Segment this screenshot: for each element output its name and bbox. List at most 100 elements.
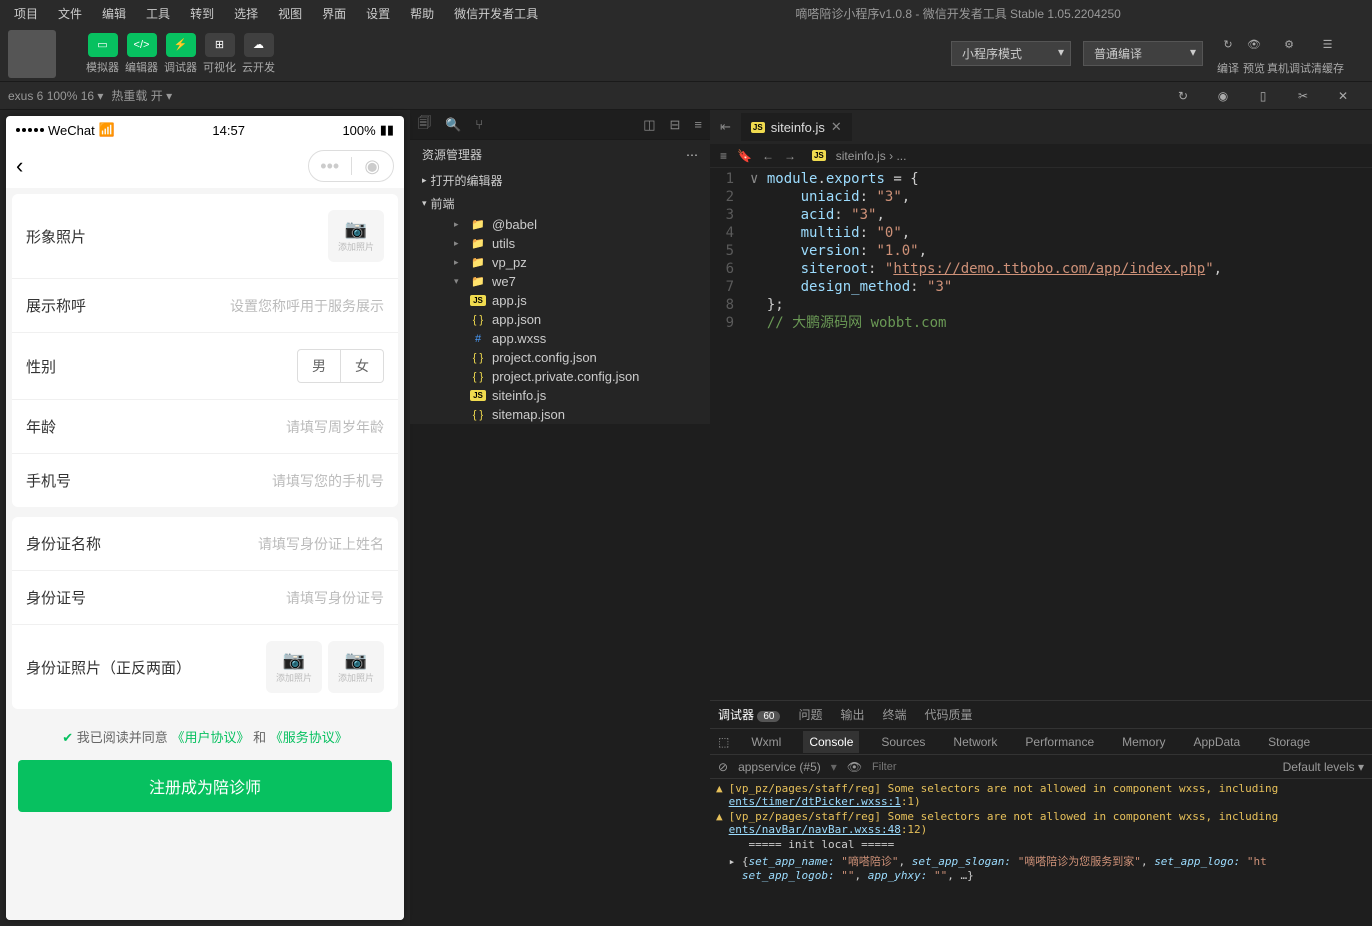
subtab-Console[interactable]: Console [803, 731, 859, 753]
editor-breadcrumb: ≡ 🔖 ← → JS siteinfo.js › ... [710, 144, 1372, 168]
menu-界面[interactable]: 界面 [312, 5, 356, 22]
panel-toggle-icon[interactable]: ⇤ [710, 119, 741, 135]
tree-item[interactable]: ▸📁utils [410, 234, 710, 253]
tree-item[interactable]: ▸📁vp_pz [410, 253, 710, 272]
tree-item[interactable]: JSapp.js [410, 291, 710, 310]
subtab-Performance[interactable]: Performance [1019, 731, 1100, 753]
js-icon: JS [751, 122, 765, 133]
service-agreement-link[interactable]: 《服务协议》 [270, 730, 348, 745]
code-editor[interactable]: 1∨ module.exports = {2 uniacid: "3",3 ac… [710, 168, 1372, 700]
menu-帮助[interactable]: 帮助 [400, 5, 444, 22]
compile-button[interactable]: ↻编译 [1215, 32, 1241, 76]
tree-item[interactable]: { }project.private.config.json [410, 367, 710, 386]
nav-back-icon[interactable]: ← [762, 149, 774, 163]
console-context[interactable]: appservice (#5) [738, 760, 821, 774]
preview-button[interactable]: 👁预览 [1241, 32, 1267, 76]
subtab-Sources[interactable]: Sources [875, 731, 931, 753]
id-front-button[interactable]: 📷添加照片 [266, 641, 322, 693]
debugger-toggle[interactable]: ⚡调试器 [164, 33, 197, 75]
split-icon[interactable]: ◫ [643, 117, 655, 133]
cloud-toggle[interactable]: ☁云开发 [242, 33, 275, 75]
tree-item[interactable]: #app.wxss [410, 329, 710, 348]
menu-工具[interactable]: 工具 [136, 5, 180, 22]
phone-input[interactable]: 请填写您的手机号 [272, 471, 384, 491]
terminal-icon[interactable]: ≡ [694, 117, 702, 132]
tree-item[interactable]: ▸📁@babel [410, 215, 710, 234]
root-folder[interactable]: ▾前端 [410, 192, 710, 215]
list-icon[interactable]: ≡ [720, 149, 727, 163]
subtab-Storage[interactable]: Storage [1262, 731, 1316, 753]
tree-item[interactable]: { }app.json [410, 310, 710, 329]
subtab-Network[interactable]: Network [947, 731, 1003, 753]
bookmark-icon[interactable]: 🔖 [737, 149, 752, 163]
nav-fwd-icon[interactable]: → [784, 149, 796, 163]
add-photo-button[interactable]: 📷添加照片 [328, 210, 384, 262]
menu-项目[interactable]: 项目 [4, 5, 48, 22]
capsule-menu-icon[interactable]: ••• [309, 156, 351, 177]
capsule-close-icon[interactable]: ◉ [352, 156, 394, 177]
menu-视图[interactable]: 视图 [268, 5, 312, 22]
more-icon[interactable]: ⋯ [686, 148, 698, 162]
tree-item[interactable]: ▾📁we7 [410, 272, 710, 291]
menu-文件[interactable]: 文件 [48, 5, 92, 22]
filter-input[interactable] [872, 761, 1273, 773]
compile-mode-dropdown[interactable]: 普通编译 [1083, 41, 1203, 66]
subtab-Wxml[interactable]: Wxml [745, 731, 787, 753]
idname-input[interactable]: 请填写身份证上姓名 [258, 534, 384, 554]
tab-close-icon[interactable]: ✕ [831, 119, 842, 135]
terminal-tab[interactable]: 终端 [883, 706, 907, 723]
menu-微信开发者工具[interactable]: 微信开发者工具 [444, 5, 548, 22]
close-icon[interactable]: ✕ [1330, 83, 1356, 109]
subtab-Memory[interactable]: Memory [1116, 731, 1171, 753]
device-selector[interactable]: exus 6 100% 16 ▾ [8, 89, 103, 103]
menu-选择[interactable]: 选择 [224, 5, 268, 22]
record-icon[interactable]: ◉ [1210, 83, 1236, 109]
tree-item[interactable]: { }sitemap.json [410, 405, 710, 424]
debugger-panel: 调试器 60 问题 输出 终端 代码质量 ⬚ Wxml Console Source… [710, 700, 1372, 926]
subtab-AppData[interactable]: AppData [1187, 731, 1246, 753]
nickname-input[interactable]: 设置您称呼用于服务展示 [230, 296, 384, 316]
open-editors-section[interactable]: ▸打开的编辑器 [410, 169, 710, 192]
menu-编辑[interactable]: 编辑 [92, 5, 136, 22]
output-tab[interactable]: 输出 [841, 706, 865, 723]
agreement-row[interactable]: ✔ 我已阅读并同意 《用户协议》 和 《服务协议》 [12, 719, 398, 754]
id-back-button[interactable]: 📷添加照片 [328, 641, 384, 693]
age-input[interactable]: 请填写周岁年龄 [286, 417, 384, 437]
debugger-tab[interactable]: 调试器 60 [718, 706, 780, 723]
gender-male-button[interactable]: 男 [297, 349, 341, 383]
project-avatar[interactable] [8, 30, 56, 78]
js-icon: JS [812, 150, 826, 161]
eye-icon[interactable]: 👁 [847, 760, 862, 774]
device-icon[interactable]: ▯ [1250, 83, 1276, 109]
files-icon[interactable]: 🗐 [418, 114, 431, 136]
clear-cache-button[interactable]: ☰清缓存 [1311, 32, 1344, 76]
stop-icon[interactable]: ⊘ [718, 760, 728, 774]
idno-input[interactable]: 请填写身份证号 [286, 588, 384, 608]
collapse-icon[interactable]: ⊟ [670, 117, 681, 133]
levels-dropdown[interactable]: Default levels ▾ [1283, 760, 1364, 774]
user-agreement-link[interactable]: 《用户协议》 [171, 730, 249, 745]
capsule-button[interactable]: ••• ◉ [308, 150, 394, 182]
explorer-toolbar: 🗐 🔍 ⑂ ◫ ⊟ ≡ [410, 110, 710, 140]
tree-item[interactable]: JSsiteinfo.js [410, 386, 710, 405]
gender-female-button[interactable]: 女 [341, 349, 384, 383]
back-button[interactable]: ‹ [16, 153, 23, 179]
editor-toggle[interactable]: </>编辑器 [125, 33, 158, 75]
quality-tab[interactable]: 代码质量 [925, 706, 973, 723]
refresh-icon[interactable]: ↻ [1170, 83, 1196, 109]
submit-button[interactable]: 注册成为陪诊师 [18, 760, 392, 812]
editor-tab[interactable]: JS siteinfo.js ✕ [741, 113, 852, 141]
menu-设置[interactable]: 设置 [356, 5, 400, 22]
hotreload-toggle[interactable]: 热重载 开 ▾ [111, 87, 172, 104]
mode-dropdown[interactable]: 小程序模式 [951, 41, 1071, 66]
menu-转到[interactable]: 转到 [180, 5, 224, 22]
remote-debug-button[interactable]: ⚙真机调试 [1267, 32, 1311, 76]
tree-item[interactable]: { }project.config.json [410, 348, 710, 367]
inspect-icon[interactable]: ⬚ [718, 735, 729, 749]
cut-icon[interactable]: ✂ [1290, 83, 1316, 109]
search-icon[interactable]: 🔍 [445, 117, 461, 133]
visual-toggle[interactable]: ⊞可视化 [203, 33, 236, 75]
problems-tab[interactable]: 问题 [798, 706, 822, 723]
branch-icon[interactable]: ⑂ [475, 117, 483, 132]
simulator-toggle[interactable]: ▭模拟器 [86, 33, 119, 75]
